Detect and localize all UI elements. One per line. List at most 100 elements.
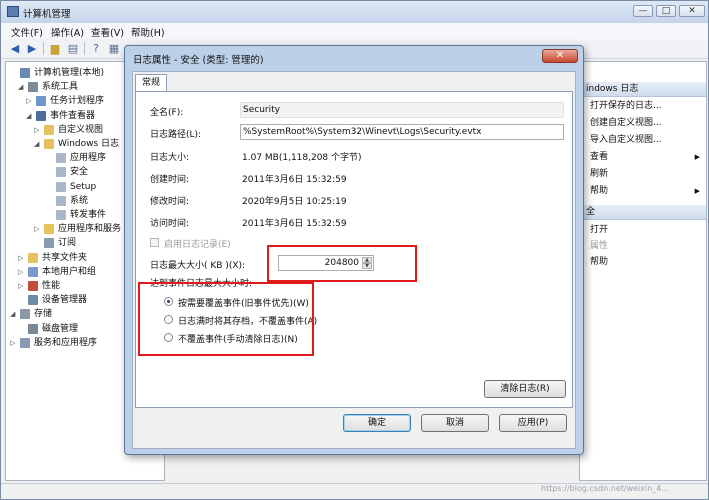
log-icon bbox=[56, 195, 66, 206]
max-size-highlight-box bbox=[267, 245, 417, 282]
clear-log-button[interactable]: 清除日志(R) bbox=[484, 380, 566, 398]
log-icon bbox=[56, 153, 66, 164]
computer-management-icon bbox=[7, 6, 19, 17]
action-item-label: 查看 bbox=[590, 152, 609, 162]
actions-section-header[interactable]: 全 bbox=[580, 205, 706, 220]
folder-icon bbox=[44, 124, 54, 135]
collapsed-arrow-icon[interactable]: ▷ bbox=[34, 225, 42, 233]
storage-icon bbox=[20, 309, 30, 320]
tree-item-label: 应用程序 bbox=[70, 153, 107, 164]
ok-button[interactable]: 确定 bbox=[343, 414, 411, 432]
action-item[interactable]: 属性 bbox=[590, 239, 702, 253]
folder-icon bbox=[44, 139, 54, 149]
created-label: 创建时间: bbox=[150, 175, 190, 185]
action-item[interactable]: 打开保存的日志... bbox=[590, 99, 702, 113]
show-hide-tree-icon[interactable]: ▤ bbox=[65, 41, 81, 56]
performance-icon bbox=[28, 281, 38, 291]
close-button[interactable]: ✕ bbox=[679, 5, 705, 17]
collapsed-arrow-icon[interactable]: ▷ bbox=[18, 268, 26, 276]
minimize-button[interactable]: — bbox=[633, 5, 653, 17]
accessed-label: 访问时间: bbox=[150, 219, 190, 229]
log-path-label: 日志路径(L): bbox=[150, 130, 202, 140]
collapsed-arrow-icon[interactable]: ▷ bbox=[34, 126, 42, 134]
action-item[interactable]: 帮助 ▶ bbox=[590, 184, 702, 198]
help-icon[interactable]: ? bbox=[88, 41, 104, 56]
tree-item-label: 性能 bbox=[42, 281, 61, 291]
users-icon bbox=[28, 266, 38, 277]
log-path-field[interactable]: %SystemRoot%\System32\Winevt\Logs\Securi… bbox=[240, 124, 564, 140]
show-action-pane-icon[interactable]: ▦ bbox=[106, 41, 122, 56]
up-folder-icon[interactable]: ▆ bbox=[47, 41, 63, 56]
maximize-button[interactable]: □ bbox=[656, 5, 676, 17]
action-item-label: 帮助 bbox=[590, 186, 609, 196]
action-item-label: 打开保存的日志... bbox=[590, 101, 662, 111]
log-size-value: 1.07 MB(1,118,208 个字节) bbox=[242, 153, 362, 163]
folder-icon bbox=[44, 224, 54, 235]
modified-value: 2020年9月5日 10:25:19 bbox=[242, 197, 347, 207]
expanded-arrow-icon[interactable]: ◢ bbox=[34, 140, 42, 148]
tree-item-label: Setup bbox=[70, 181, 97, 192]
toolbar-separator bbox=[84, 42, 85, 55]
expanded-arrow-icon[interactable]: ◢ bbox=[26, 112, 34, 120]
back-arrow-icon[interactable]: ◀ bbox=[7, 41, 23, 56]
action-item[interactable]: 创建自定义视图... bbox=[590, 116, 702, 130]
tree-item-label: 任务计划程序 bbox=[50, 96, 105, 107]
tree-item-label: 应用程序和服务 bbox=[58, 224, 122, 235]
tab-general[interactable]: 常规 bbox=[135, 74, 167, 92]
event-viewer-icon bbox=[36, 110, 46, 121]
expanded-arrow-icon[interactable]: ◢ bbox=[18, 83, 26, 91]
action-item-label: 创建自定义视图... bbox=[590, 118, 662, 128]
tree-item-label: 自定义视图 bbox=[58, 124, 104, 135]
disk-icon bbox=[28, 323, 38, 334]
fullname-field: Security bbox=[240, 102, 564, 118]
expanded-arrow-icon[interactable]: ◢ bbox=[10, 310, 18, 318]
action-item-label: 打开 bbox=[590, 225, 609, 235]
action-item[interactable]: 帮助 bbox=[590, 255, 702, 269]
subscriptions-icon bbox=[44, 238, 54, 249]
tree-item-label: 磁盘管理 bbox=[42, 323, 79, 334]
services-icon bbox=[20, 337, 30, 348]
window-title: 计算机管理 bbox=[23, 9, 71, 20]
action-item[interactable]: 打开 bbox=[590, 223, 702, 237]
apply-button[interactable]: 应用(P) bbox=[499, 414, 567, 432]
dialog-title: 日志属性 - 安全 (类型: 管理的) bbox=[133, 55, 264, 66]
tree-item-label: 事件查看器 bbox=[50, 110, 96, 121]
action-item-label: 帮助 bbox=[590, 257, 609, 267]
actions-pane: indows 日志打开保存的日志... 创建自定义视图... 导入自定义视图... 查… bbox=[579, 61, 707, 481]
enable-logging-label: 启用日志记录(E) bbox=[164, 240, 231, 250]
menu-action[interactable]: 操作(A) bbox=[51, 25, 84, 39]
max-size-label: 日志最大大小( KB )(X): bbox=[150, 261, 246, 271]
submenu-arrow-icon: ▶ bbox=[694, 153, 700, 161]
dialog-close-button[interactable]: ✕ bbox=[542, 49, 578, 63]
action-item-label: 属性 bbox=[590, 241, 609, 251]
forward-arrow-icon[interactable]: ▶ bbox=[24, 41, 40, 56]
menu-view[interactable]: 查看(V) bbox=[91, 25, 124, 39]
computer-icon bbox=[20, 68, 30, 78]
tree-item-label: 服务和应用程序 bbox=[34, 337, 98, 348]
action-item[interactable]: 查看 ▶ bbox=[590, 150, 702, 164]
tree-item-label: 设备管理器 bbox=[42, 295, 88, 306]
enable-logging-checkbox[interactable] bbox=[150, 238, 159, 247]
tools-icon bbox=[28, 82, 38, 93]
cancel-button[interactable]: 取消 bbox=[421, 414, 489, 432]
submenu-arrow-icon: ▶ bbox=[694, 187, 700, 195]
collapsed-arrow-icon[interactable]: ▷ bbox=[18, 282, 26, 290]
shared-folder-icon bbox=[28, 252, 38, 263]
actions-section-header[interactable]: indows 日志 bbox=[580, 82, 706, 97]
action-item[interactable]: 刷新 bbox=[590, 167, 702, 181]
menu-help[interactable]: 帮助(H) bbox=[131, 25, 165, 39]
collapsed-arrow-icon[interactable]: ▷ bbox=[18, 254, 26, 262]
tree-item-label: Windows 日志 bbox=[58, 139, 120, 149]
action-item[interactable]: 导入自定义视图... bbox=[590, 133, 702, 147]
collapsed-arrow-icon[interactable]: ▷ bbox=[10, 339, 18, 347]
collapsed-arrow-icon[interactable]: ▷ bbox=[26, 97, 34, 105]
menu-file[interactable]: 文件(F) bbox=[11, 25, 43, 39]
